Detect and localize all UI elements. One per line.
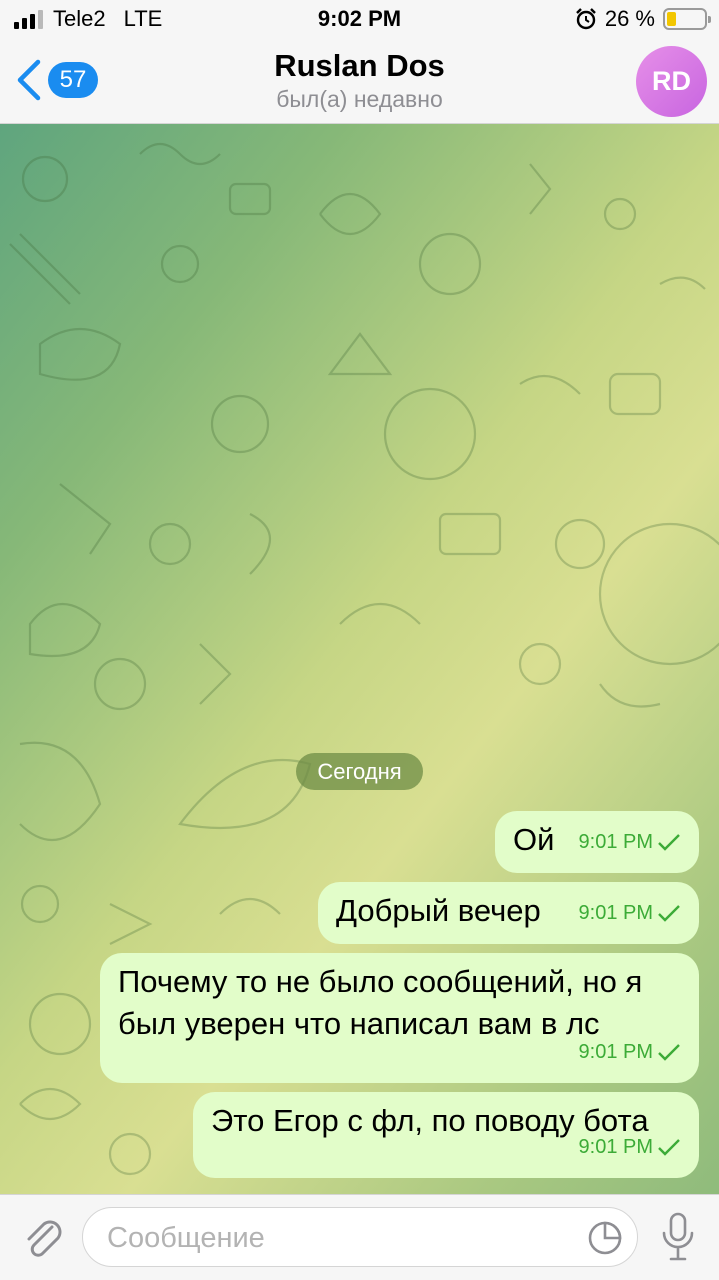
status-right: 26 % [575, 6, 711, 32]
message-bubble[interactable]: Это Егор с фл, по поводу бота 9:01 PM [193, 1092, 699, 1178]
checkmark-icon [658, 1044, 680, 1061]
message-time: 9:01 PM [578, 902, 653, 924]
message-bubble[interactable]: Добрый вечер 9:01 PM [318, 882, 699, 944]
sticker-icon[interactable] [587, 1220, 623, 1256]
checkmark-icon [658, 905, 680, 922]
last-seen-status: был(а) недавно [276, 86, 443, 112]
avatar[interactable]: RD [636, 46, 707, 117]
message-bubble[interactable]: Ой 9:01 PM [495, 811, 699, 873]
chat-header: 57 Ruslan Dos был(а) недавно RD [0, 40, 719, 124]
paperclip-icon[interactable] [20, 1213, 64, 1261]
message-bubble[interactable]: Почему то не было сообщений, но я был ув… [100, 953, 699, 1083]
date-separator: Сегодня [296, 753, 423, 790]
signal-icon [14, 9, 43, 29]
battery-icon [663, 8, 711, 30]
message-meta: 9:01 PM [579, 1031, 681, 1073]
alarm-icon [575, 8, 596, 30]
chat-area[interactable]: Сегодня Ой 9:01 PM Добрый вечер 9:01 PM … [0, 124, 719, 1194]
chat-title[interactable]: Ruslan Dos [0, 48, 719, 84]
message-meta: 9:01 PM [579, 821, 681, 863]
message-meta: 9:01 PM [579, 892, 681, 934]
carrier-label: Tele2 [53, 6, 106, 31]
message-time: 9:01 PM [578, 1136, 653, 1158]
message-input-placeholder: Сообщение [107, 1222, 265, 1254]
microphone-icon[interactable] [660, 1211, 696, 1263]
battery-percent: 26 % [604, 6, 655, 31]
message-meta: 9:01 PM [579, 1126, 681, 1168]
network-label: LTE [123, 6, 163, 31]
message-input[interactable]: Сообщение [82, 1207, 638, 1267]
status-bar: Tele2 LTE 9:02 PM 26 % [0, 0, 719, 40]
checkmark-icon [658, 834, 680, 851]
message-time: 9:01 PM [578, 1041, 653, 1063]
status-left: Tele2 LTE [14, 6, 162, 32]
checkmark-icon [658, 1139, 680, 1156]
message-composer: Сообщение [0, 1194, 719, 1280]
message-time: 9:01 PM [578, 831, 653, 853]
